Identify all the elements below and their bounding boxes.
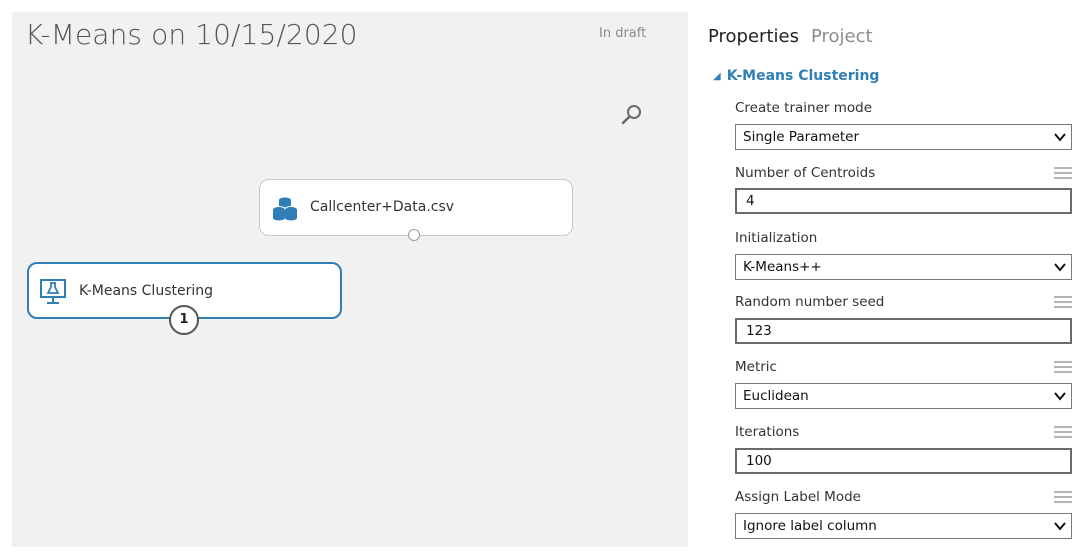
- drag-handle-icon[interactable]: [1054, 491, 1072, 505]
- dataset-icon: [272, 197, 298, 221]
- trainer-mode-select[interactable]: Single Parameter: [735, 124, 1072, 150]
- metric-value: Euclidean: [743, 388, 809, 404]
- drag-handle-icon[interactable]: [1054, 361, 1072, 375]
- centroids-input[interactable]: 4: [735, 188, 1072, 214]
- chevron-down-icon: [1054, 522, 1066, 531]
- initialization-select[interactable]: K-Means++: [735, 254, 1072, 280]
- experiment-title: K-Means on 10/15/2020: [25, 18, 358, 51]
- output-port-badge[interactable]: 1: [169, 305, 199, 335]
- chevron-down-icon: [1054, 263, 1066, 272]
- tab-properties[interactable]: Properties: [708, 26, 799, 47]
- tab-project[interactable]: Project: [811, 26, 873, 47]
- trainer-mode-label: Create trainer mode: [735, 100, 873, 116]
- collapse-triangle-icon: ◢: [713, 71, 721, 82]
- drag-handle-icon[interactable]: [1054, 167, 1072, 181]
- drag-handle-icon[interactable]: [1054, 426, 1072, 440]
- clustering-model-icon: [40, 279, 66, 304]
- draft-status: In draft: [599, 26, 647, 41]
- chevron-down-icon: [1054, 133, 1066, 142]
- section-title: K-Means Clustering: [726, 68, 880, 84]
- iterations-input[interactable]: 100: [735, 448, 1072, 474]
- kmeans-module-label: K-Means Clustering: [79, 283, 213, 299]
- seed-input[interactable]: 123: [735, 318, 1072, 344]
- iterations-label: Iterations: [735, 424, 800, 440]
- drag-handle-icon[interactable]: [1054, 296, 1072, 310]
- search-icon[interactable]: [621, 104, 643, 126]
- label-mode-select[interactable]: Ignore label column: [735, 513, 1072, 539]
- dataset-module[interactable]: Callcenter+Data.csv: [259, 179, 573, 236]
- trainer-mode-value: Single Parameter: [743, 129, 860, 145]
- dataset-module-label: Callcenter+Data.csv: [310, 199, 455, 215]
- dataset-output-port[interactable]: [408, 229, 420, 241]
- metric-select[interactable]: Euclidean: [735, 383, 1072, 409]
- centroids-label: Number of Centroids: [735, 165, 876, 181]
- metric-label: Metric: [735, 359, 777, 375]
- initialization-value: K-Means++: [743, 259, 822, 275]
- label-mode-label: Assign Label Mode: [735, 489, 861, 505]
- initialization-label: Initialization: [735, 230, 818, 246]
- label-mode-value: Ignore label column: [743, 518, 877, 534]
- section-header[interactable]: ◢ K-Means Clustering: [713, 68, 879, 84]
- experiment-canvas[interactable]: K-Means on 10/15/2020 In draft Callcente…: [12, 12, 688, 547]
- chevron-down-icon: [1054, 392, 1066, 401]
- seed-label: Random number seed: [735, 294, 885, 310]
